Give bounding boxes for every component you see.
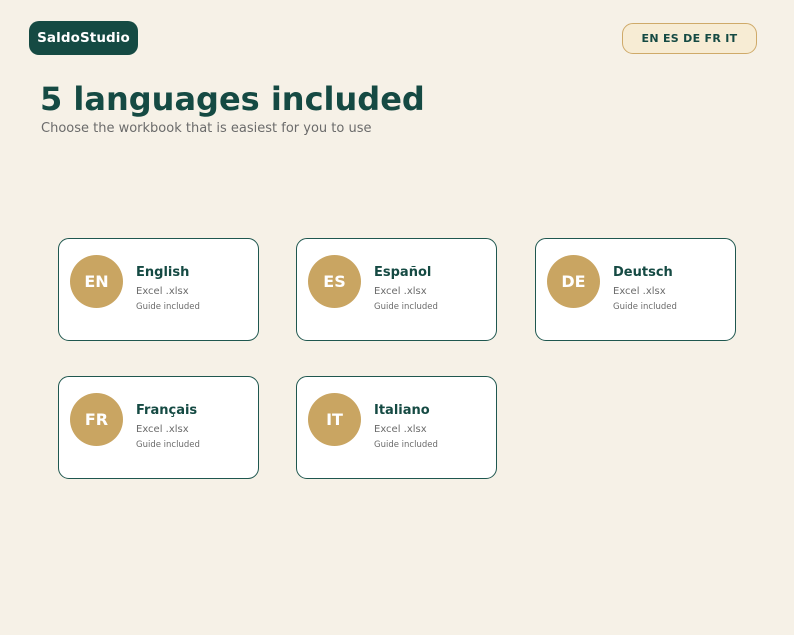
- page-subtitle: Choose the workbook that is easiest for …: [41, 121, 372, 136]
- guide-note: Guide included: [136, 440, 200, 450]
- language-switcher[interactable]: EN ES DE FR IT: [622, 23, 757, 54]
- language-name: English: [136, 265, 190, 280]
- guide-note: Guide included: [374, 302, 438, 312]
- language-code-badge: ES: [308, 255, 361, 308]
- language-card-en[interactable]: EN English Excel .xlsx Guide included: [58, 238, 259, 341]
- language-card-it[interactable]: IT Italiano Excel .xlsx Guide included: [296, 376, 497, 479]
- guide-note: Guide included: [613, 302, 677, 312]
- file-format: Excel .xlsx: [374, 286, 427, 297]
- language-code-badge: FR: [70, 393, 123, 446]
- file-format: Excel .xlsx: [613, 286, 666, 297]
- guide-note: Guide included: [374, 440, 438, 450]
- brand-logo[interactable]: SaldoStudio: [29, 21, 138, 55]
- file-format: Excel .xlsx: [374, 424, 427, 435]
- file-format: Excel .xlsx: [136, 424, 189, 435]
- language-code-badge: EN: [70, 255, 123, 308]
- file-format: Excel .xlsx: [136, 286, 189, 297]
- language-name: Español: [374, 265, 432, 280]
- language-name: Français: [136, 403, 198, 418]
- language-card-es[interactable]: ES Español Excel .xlsx Guide included: [296, 238, 497, 341]
- language-card-de[interactable]: DE Deutsch Excel .xlsx Guide included: [535, 238, 736, 341]
- language-card-fr[interactable]: FR Français Excel .xlsx Guide included: [58, 376, 259, 479]
- language-code-badge: IT: [308, 393, 361, 446]
- language-code-badge: DE: [547, 255, 600, 308]
- language-name: Deutsch: [613, 265, 673, 280]
- page-title: 5 languages included: [40, 80, 425, 118]
- language-name: Italiano: [374, 403, 430, 418]
- guide-note: Guide included: [136, 302, 200, 312]
